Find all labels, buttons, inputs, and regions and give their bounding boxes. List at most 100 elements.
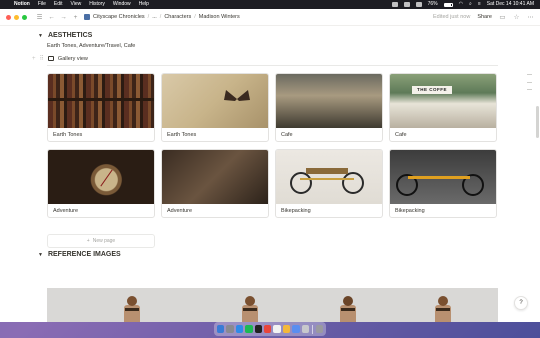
gallery-view-label: Gallery view [57, 55, 88, 62]
zoom-window-button[interactable] [22, 14, 27, 20]
gallery-icon [47, 56, 54, 61]
gallery-card[interactable]: Earth Tones [47, 73, 155, 142]
aesthetics-heading[interactable]: ▼ AESTHETICS [38, 32, 92, 39]
battery-icon[interactable] [443, 2, 453, 7]
menu-app-name[interactable]: Notion [14, 0, 30, 9]
system-menubar: Notion File Edit View History Window Hel… [0, 0, 540, 9]
character-figure [239, 296, 261, 322]
tray-icon[interactable] [391, 2, 398, 7]
gallery-card[interactable]: Adventure [161, 149, 269, 218]
launchpad-icon[interactable] [226, 325, 234, 333]
breadcrumb-item[interactable]: ... [152, 14, 157, 20]
chrome-icon[interactable] [264, 325, 272, 333]
toggle-triangle-icon[interactable]: ▼ [38, 33, 43, 39]
gallery-card[interactable]: Bikepacking [389, 149, 497, 218]
card-cover-image [162, 150, 268, 204]
add-block-icon[interactable]: + [32, 56, 36, 62]
back-arrow-icon[interactable]: ← [48, 14, 55, 21]
gallery-card[interactable]: Adventure [47, 149, 155, 218]
butterfly-icon [224, 90, 250, 108]
new-page-button[interactable]: + New page [47, 234, 155, 248]
menubar-tray: 76% ◠ ⌕ ≡ Sat Dec 14 10:41 AM [391, 0, 534, 9]
menu-window[interactable]: Window [113, 0, 131, 9]
bike-wheel [290, 172, 312, 194]
menu-edit[interactable]: Edit [54, 0, 63, 9]
figure-head [127, 296, 137, 306]
breadcrumb-separator: / [147, 14, 150, 20]
title-bar: ☰ ← → + Cityscape Chronicles / ... / Cha… [0, 9, 540, 26]
menu-file[interactable]: File [38, 0, 46, 9]
compass-needle [100, 169, 113, 187]
card-cover-image [162, 74, 268, 128]
toc-tick[interactable] [527, 89, 532, 90]
aesthetics-tags[interactable]: Earth Tones, Adventure/Travel, Cafe [47, 43, 135, 49]
breadcrumb-item[interactable]: Madison Winters [199, 14, 240, 20]
card-cover-image: THE COFFE [390, 74, 496, 128]
scrollbar[interactable] [536, 106, 539, 138]
gallery-card[interactable]: Cafe [275, 73, 383, 142]
close-window-button[interactable] [6, 14, 11, 20]
reference-images-heading-text: REFERENCE IMAGES [47, 251, 121, 258]
toc-tick[interactable] [527, 81, 532, 83]
dock [214, 322, 326, 336]
reference-images-heading[interactable]: ▼ REFERENCE IMAGES [38, 251, 121, 258]
card-cover-image [48, 74, 154, 128]
card-title: Earth Tones [53, 132, 83, 138]
search-icon[interactable]: ⌕ [469, 0, 472, 9]
clock[interactable]: Sat Dec 14 10:41 AM [487, 0, 534, 9]
character-figure [121, 296, 143, 322]
tray-icon[interactable] [415, 2, 422, 7]
spotify-icon[interactable] [245, 325, 253, 333]
share-button[interactable]: Share [477, 14, 492, 20]
wifi-icon[interactable]: ◠ [459, 0, 463, 9]
gallery-card[interactable]: Earth Tones [161, 73, 269, 142]
new-tab-icon[interactable]: + [72, 14, 79, 21]
breadcrumb: Cityscape Chronicles / ... / Characters … [84, 14, 240, 20]
breadcrumb-item[interactable]: Characters [164, 14, 191, 20]
toc-tick[interactable] [527, 74, 532, 75]
edited-status: Edited just now [433, 14, 471, 20]
sidebar-toggle-icon[interactable]: ☰ [36, 13, 43, 21]
menu-help[interactable]: Help [139, 0, 149, 9]
menu-history[interactable]: History [89, 0, 105, 9]
help-button[interactable]: ? [514, 296, 528, 310]
bike-wheel [342, 172, 364, 194]
app-icon[interactable] [301, 325, 310, 333]
breadcrumb-item[interactable]: Cityscape Chronicles [93, 14, 145, 20]
help-icon: ? [519, 300, 523, 306]
card-title: Adventure [53, 208, 79, 214]
trash-icon[interactable] [315, 325, 324, 333]
app-icon[interactable] [292, 325, 300, 333]
gallery-card[interactable]: Bikepacking [275, 149, 383, 218]
forward-arrow-icon[interactable]: → [60, 14, 67, 21]
star-icon[interactable]: ☆ [513, 13, 520, 21]
reference-image[interactable] [47, 288, 498, 322]
figure-strap [436, 308, 450, 311]
drag-handle-icon[interactable]: ⠿ [40, 55, 44, 62]
card-title: Cafe [281, 132, 293, 138]
bike-bag [306, 168, 348, 174]
gallery-view-tab[interactable]: + ⠿ Gallery view [32, 55, 88, 63]
card-title: Bikepacking [395, 208, 425, 214]
table-of-contents-ticks[interactable] [527, 74, 532, 90]
notion-icon[interactable] [273, 325, 281, 333]
card-title: Cafe [395, 132, 407, 138]
tray-icon[interactable] [403, 2, 410, 7]
toggle-triangle-icon[interactable]: ▼ [38, 252, 43, 258]
title-bar-actions: Edited just now Share ▭ ☆ ⋯ [433, 13, 534, 21]
terminal-icon[interactable] [254, 325, 263, 333]
menu-view[interactable]: View [71, 0, 82, 9]
card-cover-image [390, 150, 496, 204]
card-title: Earth Tones [167, 132, 197, 138]
more-options-icon[interactable]: ⋯ [527, 13, 534, 21]
notes-icon[interactable] [282, 325, 291, 333]
gallery-card[interactable]: THE COFFE Cafe [389, 73, 497, 142]
aesthetics-heading-text: AESTHETICS [47, 32, 93, 39]
finder-icon[interactable] [217, 325, 225, 333]
bike-frame [408, 176, 470, 179]
minimize-window-button[interactable] [14, 14, 19, 20]
gallery-grid: Earth Tones Earth Tones Cafe THE COFFE C… [47, 73, 498, 218]
control-center-icon[interactable]: ≡ [478, 0, 481, 9]
safari-icon[interactable] [235, 325, 244, 333]
comment-icon[interactable]: ▭ [499, 13, 506, 21]
